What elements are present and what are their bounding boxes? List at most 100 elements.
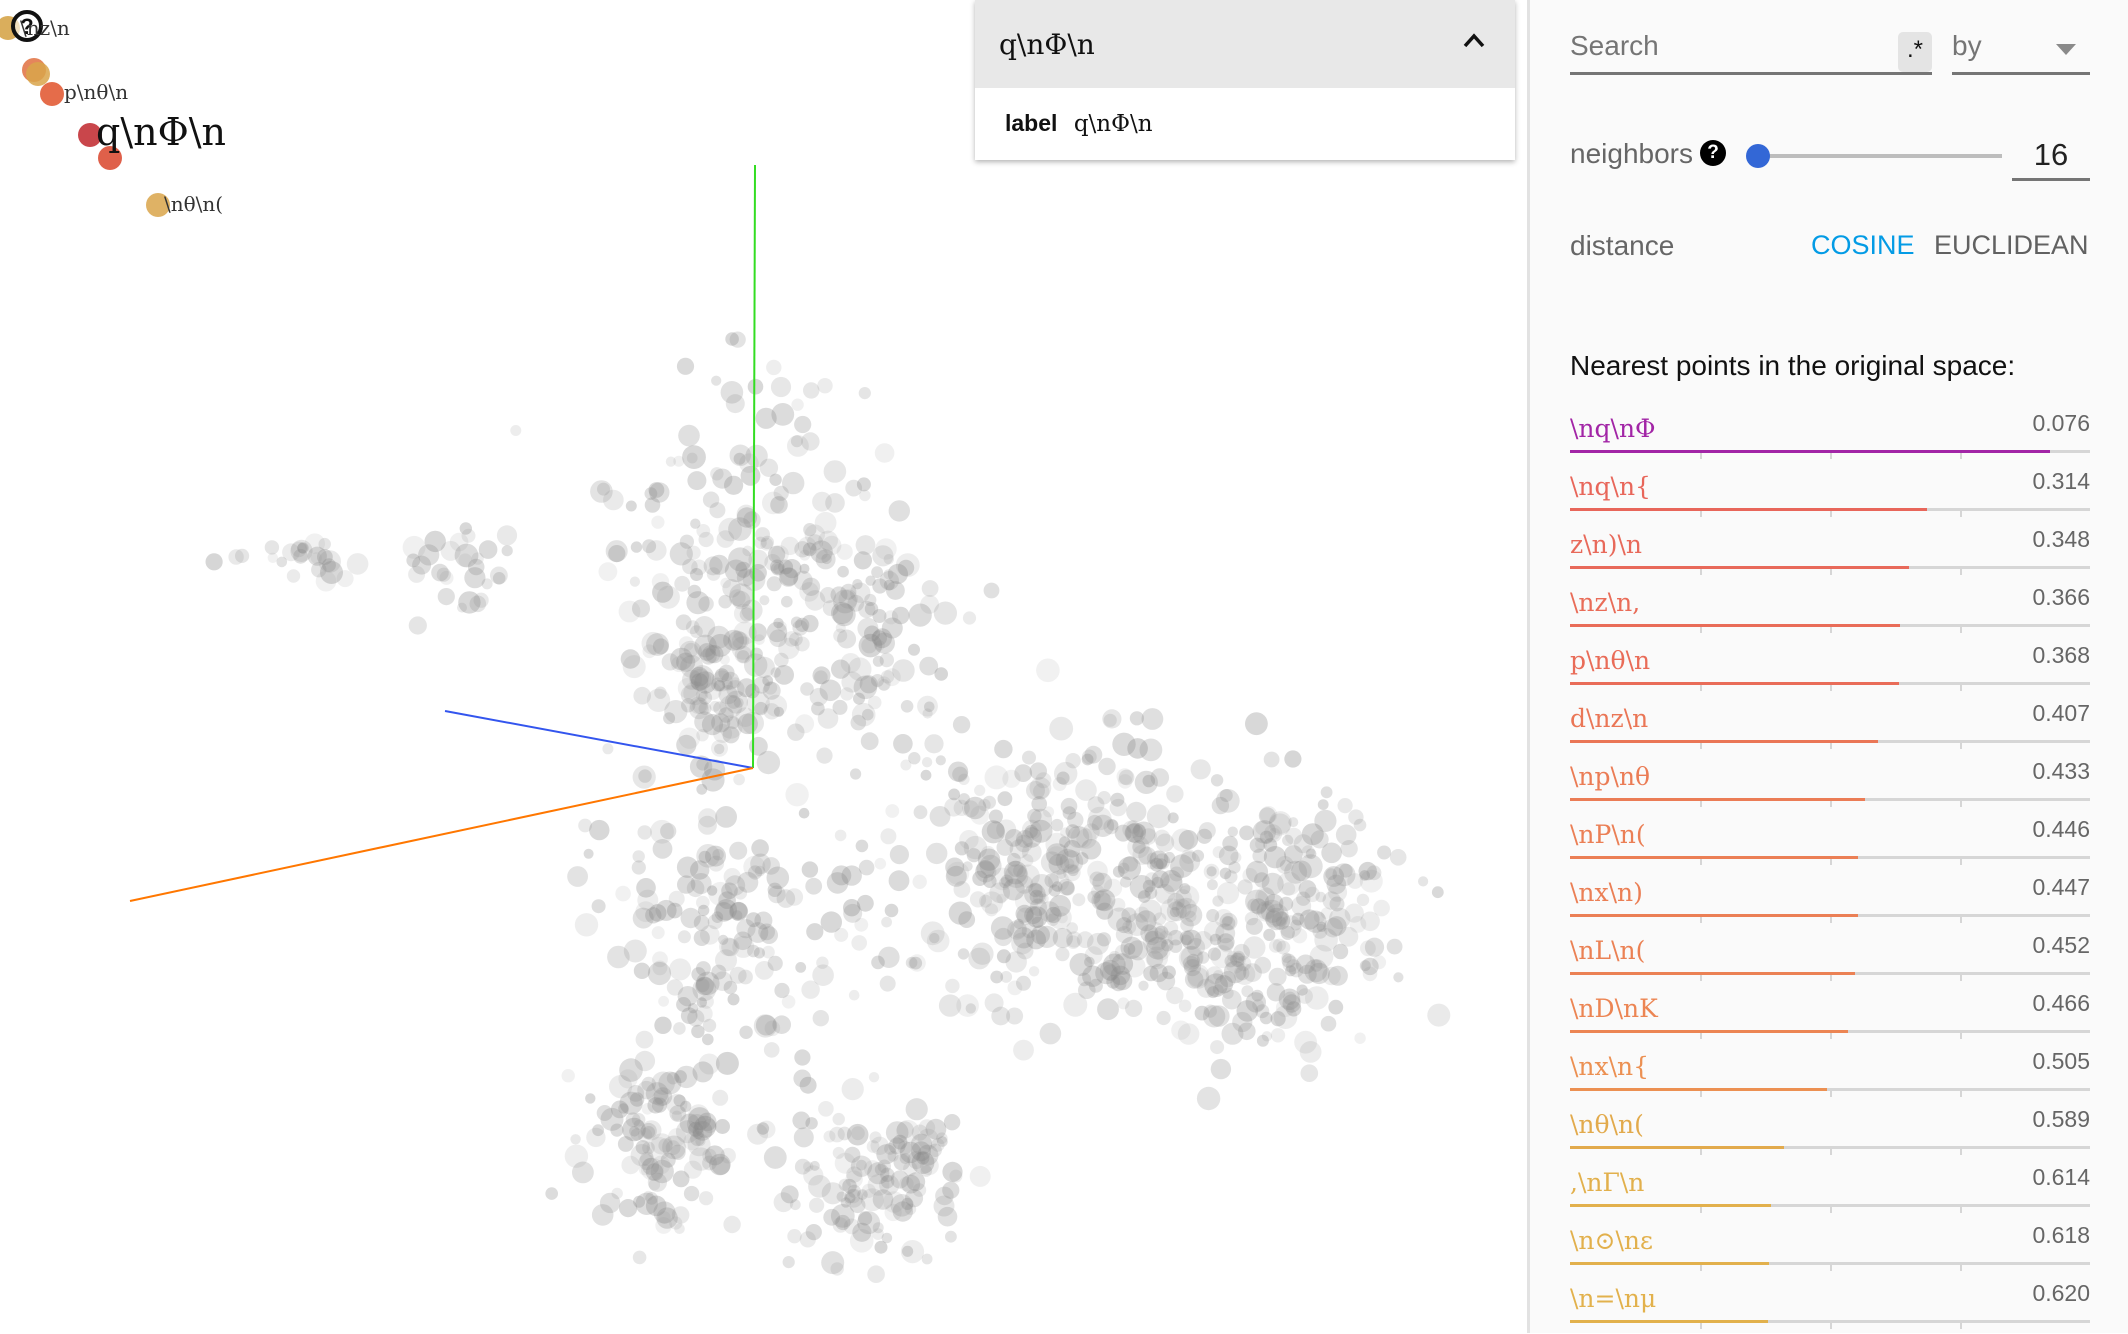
distance-euclidean-button[interactable]: EUCLIDEAN [1934,230,2089,261]
data-point [754,634,765,645]
data-point [913,805,928,820]
nearest-point-row[interactable]: \nθ\n(0.589 [1570,1102,2090,1160]
distance-label: distance [1570,230,1675,261]
data-point [1029,762,1048,780]
data-point [1102,709,1122,729]
nearest-point-row[interactable]: ,\nΓ\n 0.614 [1570,1160,2090,1218]
nearest-point-row[interactable]: z\n)\n 0.348 [1570,522,2090,580]
nearest-point-row[interactable]: \nx\n{0.505 [1570,1044,2090,1102]
nearest-point-row[interactable]: \nq\nΦ 0.076 [1570,406,2090,464]
nearest-point-row[interactable]: \n⊙\nε 0.618 [1570,1218,2090,1276]
data-point [1156,971,1176,991]
bar-tick [1830,511,1832,517]
search-field[interactable]: .* [1570,26,1932,75]
data-point [908,643,920,656]
data-point [1039,1022,1062,1045]
data-point [408,616,427,635]
data-point [1146,859,1157,870]
data-point [1289,962,1304,978]
data-point [673,1022,686,1035]
data-point [666,1072,680,1085]
nearest-point-row[interactable]: p\nθ\n 0.368 [1570,638,2090,696]
data-point [974,784,986,797]
bar-tick [1700,1323,1702,1329]
data-point [700,925,720,945]
projector-canvas[interactable]: ? \nz\n p\nθ\n q\nΦ\n \nθ\n( q\nΦ\n labe… [0,0,1527,1333]
nearest-point-row[interactable]: \nP\n(0.446 [1570,812,2090,870]
nearest-point-row[interactable]: \nL\n(0.452 [1570,928,2090,986]
distance-bar [1570,624,2090,633]
search-by-dropdown[interactable]: by [1952,26,2090,75]
data-point [795,962,807,973]
data-point [874,443,895,463]
data-point [615,885,631,902]
distance-cosine-button[interactable]: COSINE [1811,230,1915,261]
bar-tick [1700,1091,1702,1097]
data-point [478,540,498,559]
data-point [496,525,518,546]
data-point [1169,907,1180,918]
data-point [984,765,1009,790]
data-point [1129,711,1144,726]
data-point [1007,860,1024,877]
data-point [439,570,454,585]
neighbors-value-input[interactable]: 16 [2012,132,2090,181]
nearest-point-row[interactable]: \nz\n, 0.366 [1570,580,2090,638]
data-point [1254,956,1272,974]
data-point [698,1053,720,1075]
nearest-point-distance: 0.452 [2032,932,2090,958]
data-point [1291,896,1312,916]
data-point [982,795,997,809]
data-point [228,549,244,565]
nearest-point-row[interactable]: \nx\n) 0.447 [1570,870,2090,928]
data-point [875,538,897,560]
data-point [771,403,795,426]
data-point [986,821,1005,840]
distance-bar [1570,450,2090,459]
data-point [663,712,676,725]
data-point [654,1016,672,1034]
data-point [1340,840,1358,858]
data-point [1301,823,1324,846]
slider-thumb[interactable] [1746,144,1770,168]
data-point [1117,997,1130,1010]
data-point [686,879,705,898]
data-point [785,888,804,906]
neighbors-slider[interactable] [1746,144,2002,168]
data-point [1327,965,1348,986]
data-point [632,765,656,789]
data-point [860,732,879,751]
regex-toggle-button[interactable]: .* [1898,32,1932,72]
data-point [1033,783,1050,800]
card-header[interactable]: q\nΦ\n [975,0,1515,88]
nearest-point-row[interactable]: d\nz\n 0.407 [1570,696,2090,754]
data-point [793,1127,814,1148]
data-point [852,579,863,590]
help-icon[interactable]: ? [1700,140,1726,166]
nearest-point-row[interactable]: \nD\nK 0.466 [1570,986,2090,1044]
data-point [1052,881,1063,892]
data-point [996,949,1011,964]
data-point [821,1251,845,1275]
data-point [683,1185,700,1202]
data-point [1326,874,1347,895]
data-point [817,378,833,394]
embedding-scatter-3d[interactable] [0,0,1527,1333]
data-point [908,752,921,765]
data-point [733,773,745,786]
data-point [686,591,710,615]
data-point [682,558,698,575]
data-point [1263,928,1276,942]
nearest-point-row[interactable]: \np\nθ 0.433 [1570,754,2090,812]
data-point [1081,753,1094,766]
distance-bar [1570,1146,2090,1155]
bar-tick [1700,859,1702,865]
data-point [1280,925,1295,940]
search-input[interactable] [1570,30,1870,62]
data-point [1181,934,1192,946]
bar-tick [1830,917,1832,923]
chevron-up-icon[interactable] [1463,30,1485,52]
nearest-point-row[interactable]: \nq\n{0.314 [1570,464,2090,522]
data-point [1024,883,1046,905]
nearest-point-row[interactable]: \n=\nμ 0.620 [1570,1276,2090,1334]
